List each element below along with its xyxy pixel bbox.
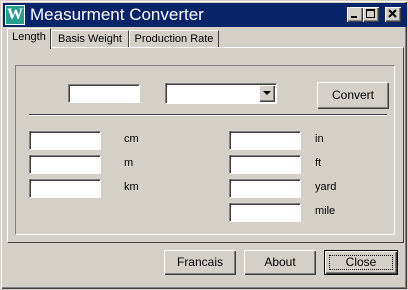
francais-button[interactable]: Francais bbox=[164, 250, 236, 275]
cm-label: cm bbox=[124, 133, 139, 145]
app-w-icon: W bbox=[5, 5, 25, 25]
convert-button[interactable]: Convert bbox=[317, 82, 389, 109]
minimize-icon bbox=[351, 16, 357, 18]
m-label: m bbox=[124, 157, 134, 169]
chevron-down-icon bbox=[263, 91, 271, 95]
in-field[interactable] bbox=[229, 131, 301, 150]
about-button[interactable]: About bbox=[244, 250, 316, 275]
title-bar[interactable]: W Measurment Converter bbox=[3, 3, 407, 27]
maximize-button[interactable] bbox=[363, 7, 379, 22]
m-field[interactable] bbox=[29, 155, 101, 174]
focus-rect bbox=[329, 255, 393, 270]
mile-label: mile bbox=[315, 205, 336, 217]
yard-field[interactable] bbox=[229, 179, 301, 198]
minimize-button[interactable] bbox=[347, 7, 363, 22]
ft-field[interactable] bbox=[229, 155, 301, 174]
km-label: km bbox=[124, 181, 139, 193]
in-label: in bbox=[315, 133, 324, 145]
unit-select[interactable] bbox=[165, 83, 277, 104]
window-title: Measurment Converter bbox=[30, 5, 204, 24]
converter-window: W Measurment Converter Length Basis Weig… bbox=[0, 0, 408, 290]
tab-length[interactable]: Length bbox=[7, 28, 51, 49]
ft-label: ft bbox=[315, 157, 322, 169]
mile-field[interactable] bbox=[229, 203, 301, 222]
value-input[interactable] bbox=[68, 84, 140, 103]
yard-label: yard bbox=[315, 181, 337, 193]
tab-production-rate[interactable]: Production Rate bbox=[129, 30, 219, 48]
divider bbox=[29, 114, 387, 116]
km-field[interactable] bbox=[29, 179, 101, 198]
close-icon bbox=[388, 9, 397, 18]
maximize-icon bbox=[366, 9, 375, 18]
close-window-button[interactable] bbox=[385, 7, 401, 22]
cm-field[interactable] bbox=[29, 131, 101, 150]
close-button[interactable]: Close bbox=[324, 250, 398, 275]
tab-basis-weight[interactable]: Basis Weight bbox=[51, 30, 129, 48]
dropdown-button[interactable] bbox=[259, 85, 275, 102]
